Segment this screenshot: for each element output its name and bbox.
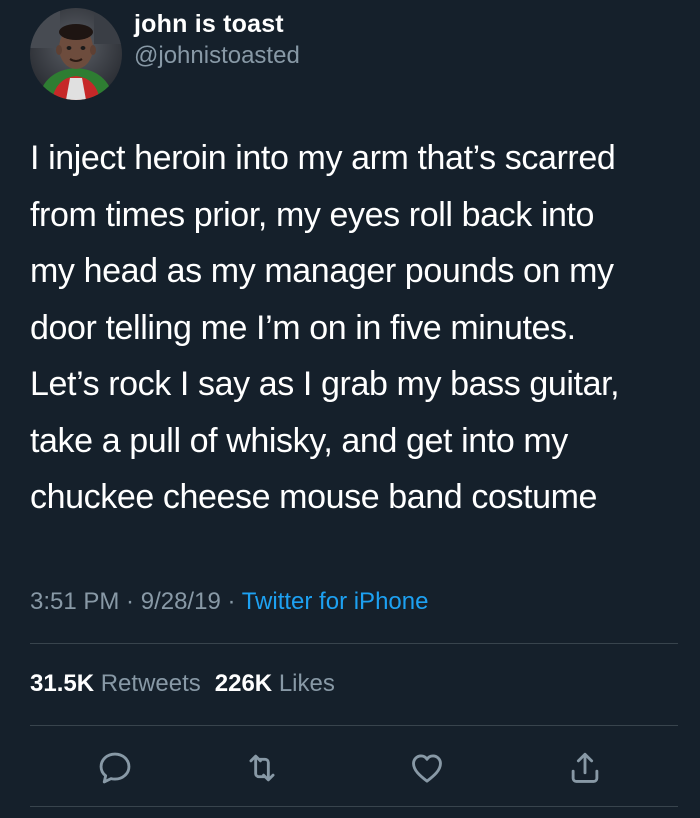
like-button[interactable] [405,746,449,790]
tweet-header: john is toast @johnistoasted [30,8,300,100]
heart-icon [412,754,442,783]
tweet-text-line: door telling me I’m on in five minutes. [30,308,576,347]
tweet-text-line: take a pull of whisky, and get into my [30,421,568,460]
tweet-text-line: Let’s rock I say as I grab my bass guita… [30,365,620,403]
avatar-image [30,8,122,100]
divider [30,725,678,726]
tweet-text-line: from times prior, my eyes roll back into [30,195,595,234]
tweet-time[interactable]: 3:51 PM [30,588,119,615]
display-name[interactable]: john is toast [134,9,300,39]
retweets-label: Retweets [100,670,201,697]
retweet-icon [249,754,275,782]
meta-separator: · [119,588,141,615]
tweet-meta: 3:51 PM · 9/28/19 · Twitter for iPhone [30,586,428,618]
likes-stat[interactable]: 226K Likes [215,670,335,697]
tweet-text-line: I inject heroin into my arm that’s scarr… [30,139,616,177]
retweets-stat[interactable]: 31.5K Retweets [30,670,201,697]
meta-separator: · [220,588,242,615]
tweet-text-line: my head as my manager pounds on my [30,252,614,290]
tweet-source-link[interactable]: Twitter for iPhone [242,588,429,615]
divider [30,806,678,807]
divider [30,643,678,644]
user-handle[interactable]: @johnistoasted [134,41,300,71]
reply-button[interactable] [93,746,137,790]
tweet-stats: 31.5K Retweets 226K Likes [30,668,335,700]
tweet-date[interactable]: 9/28/19 [141,588,221,615]
share-button[interactable] [563,746,607,790]
likes-label: Likes [278,670,335,697]
share-icon [571,752,599,783]
retweets-count: 31.5K [30,670,95,697]
retweet-button[interactable] [240,746,284,790]
user-names: john is toast @johnistoasted [134,9,300,71]
likes-count: 226K [214,670,273,697]
avatar[interactable] [30,8,122,100]
reply-icon [99,752,131,784]
tweet-actions [0,746,700,790]
tweet-text-line: chuckee cheese mouse band costume [30,478,598,516]
tweet-text: I inject heroin into my arm that’s scarr… [30,130,680,526]
